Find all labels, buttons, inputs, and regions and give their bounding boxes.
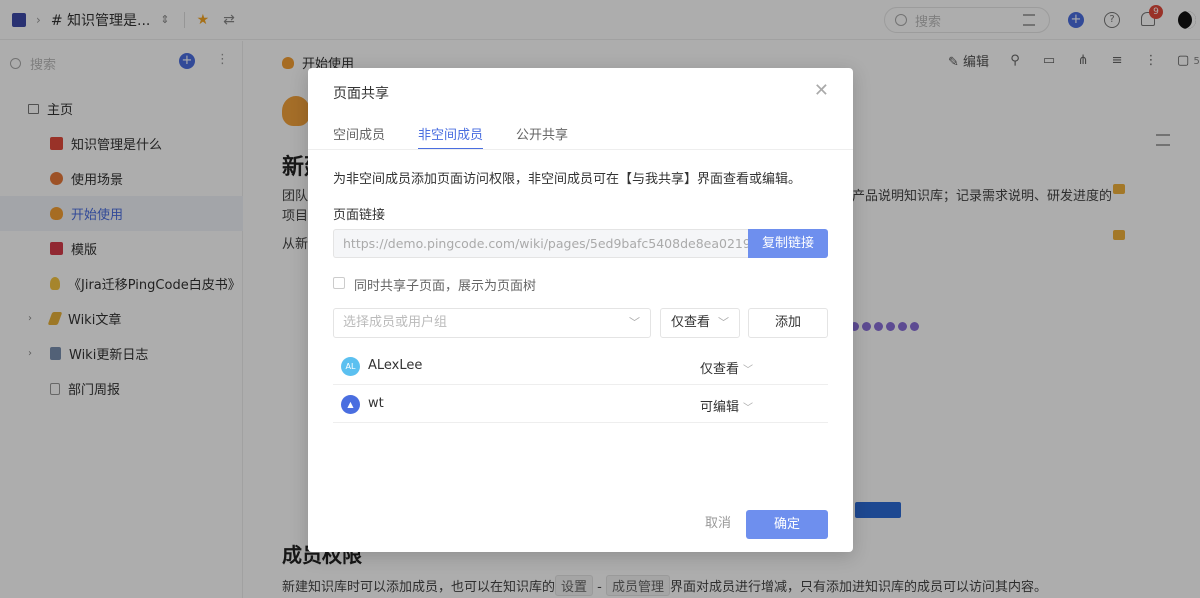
share-page-dialog: 页面共享 ✕ 空间成员 非空间成员 公开共享 为非空间成员添加页面访问权限，非空… [308,68,853,552]
copy-link-button[interactable]: 复制链接 [748,229,828,258]
dialog-title: 页面共享 [333,86,389,102]
member-select[interactable]: 选择成员或用户组 ﹀ [333,308,651,338]
chevron-down-icon: ﹀ [743,365,754,376]
avatar: ▲ [341,395,360,414]
share-children-checkbox[interactable] [333,277,345,289]
chevron-down-icon: ﹀ [743,403,754,414]
member-row: AL ALexLee 仅查看 ﹀ [333,347,828,385]
member-permission-dropdown[interactable]: 可编辑 ﹀ [700,396,753,415]
page-link-field[interactable]: https://demo.pingcode.com/wiki/pages/5ed… [333,229,749,258]
confirm-button[interactable]: 确定 [746,510,828,539]
member-select-placeholder: 选择成员或用户组 [343,315,448,330]
member-permission-dropdown[interactable]: 仅查看 ﹀ [700,358,753,377]
share-children-label[interactable]: 同时共享子页面，展示为页面树 [354,275,536,294]
chevron-down-icon: ﹀ [629,316,640,329]
close-icon[interactable]: ✕ [814,82,829,100]
permission-select[interactable]: 仅查看 ﹀ [660,308,740,338]
avatar: AL [341,357,360,376]
tab-non-space-members[interactable]: 非空间成员 [418,124,484,150]
member-name: ALexLee [368,358,423,373]
cancel-button[interactable]: 取消 [696,510,740,538]
tab-space-members[interactable]: 空间成员 [333,124,385,150]
member-name: wt [368,396,384,411]
share-tabs: 空间成员 非空间成员 公开共享 [333,124,568,150]
permission-select-value: 仅查看 [671,315,711,330]
chevron-down-icon: ﹀ [718,316,729,329]
link-label: 页面链接 [333,208,386,223]
description-text: 为非空间成员添加页面访问权限，非空间成员可在【与我共享】界面查看或编辑。 [333,172,802,187]
tab-public-share[interactable]: 公开共享 [516,124,568,150]
member-row: ▲ wt 可编辑 ﹀ [333,385,828,423]
add-member-button[interactable]: 添加 [748,308,828,338]
divider [308,149,853,150]
